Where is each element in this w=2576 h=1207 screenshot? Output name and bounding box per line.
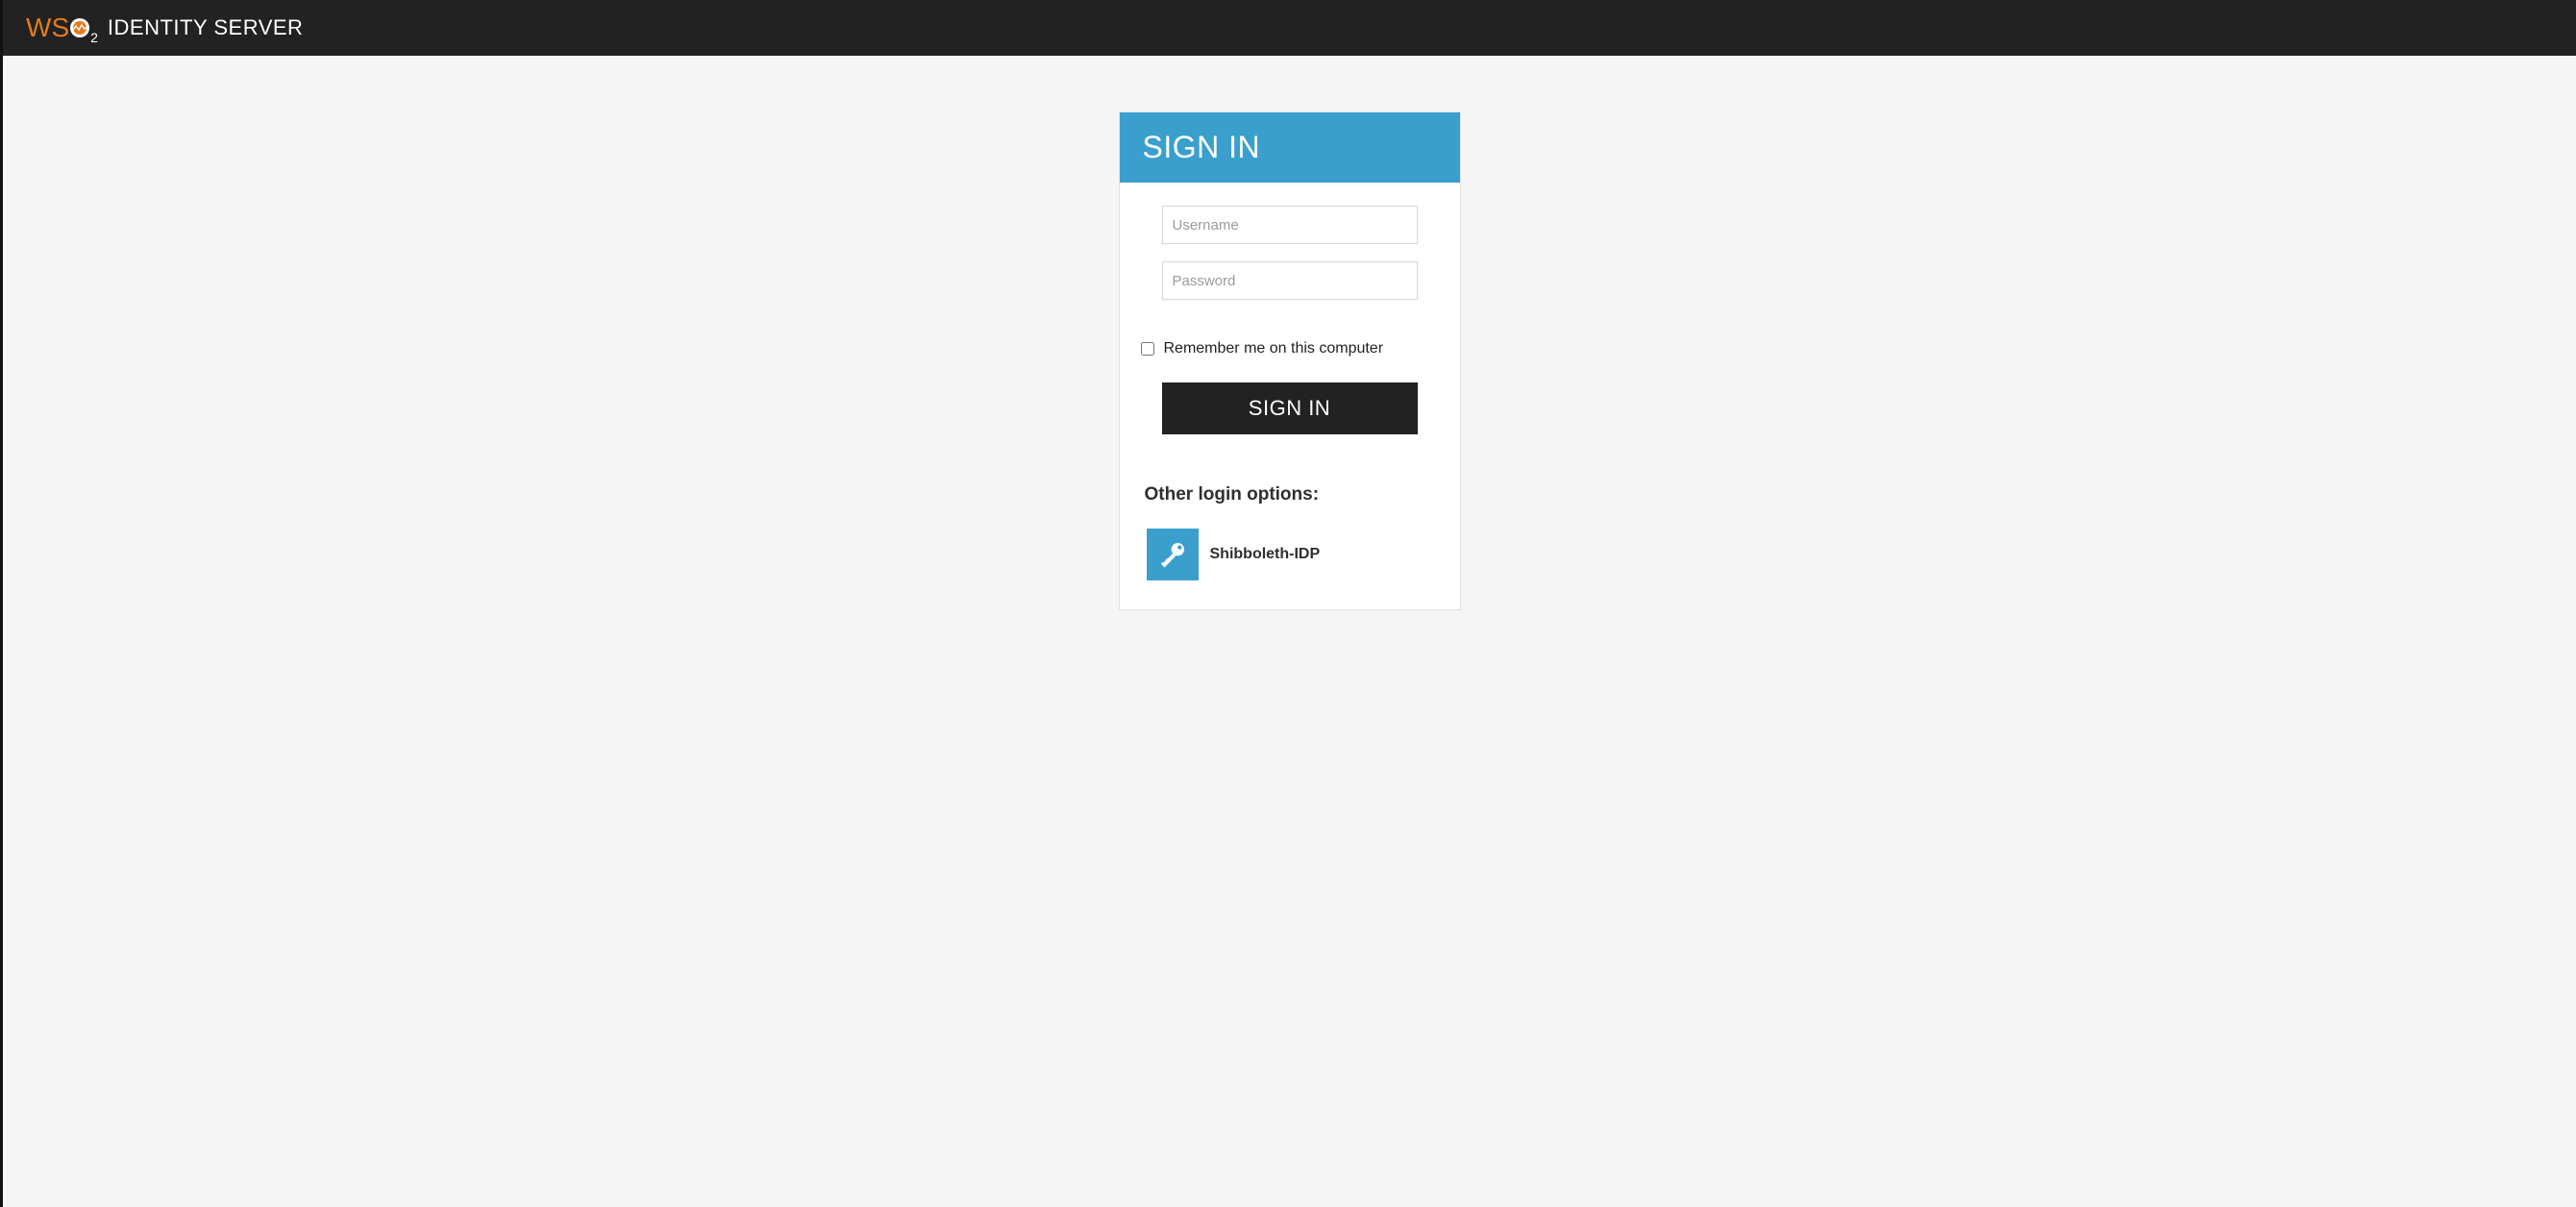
username-input[interactable] — [1162, 206, 1418, 244]
idp-option-shibboleth[interactable]: Shibboleth-IDP — [1141, 527, 1439, 582]
remember-me-checkbox[interactable] — [1141, 342, 1154, 356]
product-name: IDENTITY SERVER — [108, 15, 304, 40]
content-area: SIGN IN Remember me on this computer SIG… — [3, 56, 2576, 649]
signin-card: SIGN IN Remember me on this computer SIG… — [1119, 111, 1461, 610]
logo-letter-w: W — [26, 12, 51, 43]
signin-card-title: SIGN IN — [1120, 112, 1460, 183]
wso2-logo: WS 2 — [26, 12, 98, 43]
remember-me-label: Remember me on this computer — [1164, 340, 1384, 357]
signin-button[interactable]: SIGN IN — [1162, 382, 1418, 434]
signin-card-body: Remember me on this computer SIGN IN Oth… — [1120, 183, 1460, 609]
credentials-group — [1141, 206, 1439, 317]
password-input[interactable] — [1162, 261, 1418, 300]
other-login-heading: Other login options: — [1145, 484, 1439, 505]
logo-letter-s: S — [51, 12, 69, 43]
idp-option-label: Shibboleth-IDP — [1210, 546, 1321, 563]
app-header: WS 2 IDENTITY SERVER — [3, 0, 2576, 56]
signin-button-wrap: SIGN IN — [1141, 382, 1439, 442]
logo-letter-o — [69, 14, 90, 36]
key-icon — [1147, 529, 1199, 580]
page-root: WS 2 IDENTITY SERVER SIGN IN Remember — [0, 0, 2576, 1207]
logo-subscript-2: 2 — [90, 30, 98, 45]
remember-me-row: Remember me on this computer — [1141, 340, 1439, 357]
